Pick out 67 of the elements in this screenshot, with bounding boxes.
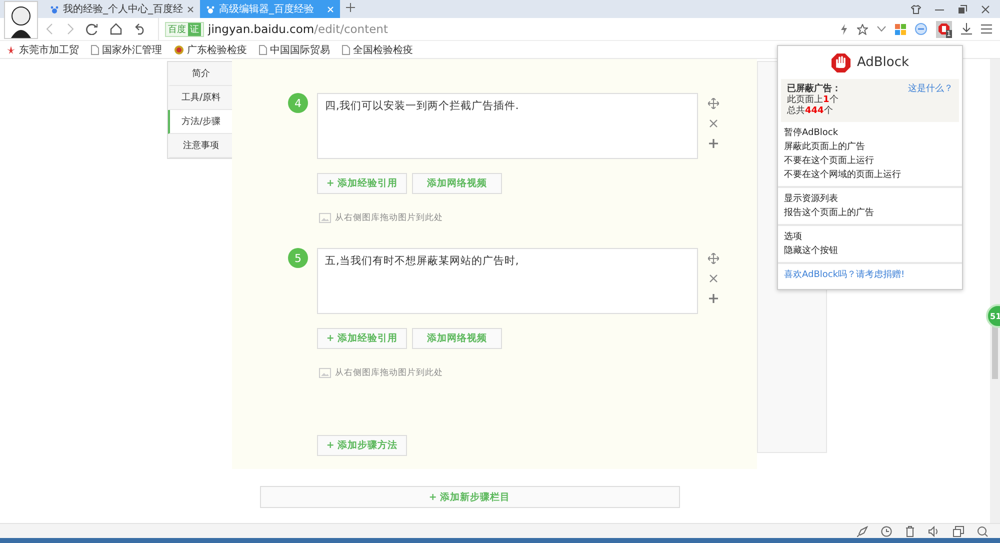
browser-tab[interactable]: 我的经验_个人中心_百度经 — [44, 0, 200, 18]
donate-link[interactable]: 喜欢AdBlock吗？请考虑捐赠! — [784, 270, 905, 280]
menu-item[interactable]: 不要在这个页面上运行 — [784, 154, 956, 168]
step-text-field[interactable]: 四,我们可以安装一到两个拦截广告插件. — [317, 93, 698, 159]
scrollbar[interactable] — [990, 59, 1000, 523]
search-icon[interactable] — [977, 526, 988, 536]
close-icon[interactable] — [708, 119, 719, 128]
stop-hand-icon — [830, 52, 851, 72]
page-icon — [342, 44, 350, 54]
clock-icon[interactable] — [881, 526, 892, 536]
add-icon[interactable] — [708, 293, 719, 304]
verified-badge: 百度 证 — [165, 22, 204, 36]
new-tab-icon[interactable] — [346, 3, 355, 12]
image-drop-hint: 从右侧图库拖动图片到此处 — [335, 212, 443, 224]
lightning-icon[interactable] — [840, 24, 848, 34]
blocked-label: 已屏蔽广告： — [787, 84, 841, 94]
minus-circle-icon[interactable] — [915, 23, 927, 35]
address-bar[interactable]: 百度 证 jingyan.baidu.com/edit/content — [158, 18, 828, 40]
menu-item[interactable]: 暂停AdBlock — [784, 126, 956, 140]
popup-title: AdBlock — [856, 55, 910, 70]
page-count: 此页面上1个 — [787, 95, 840, 106]
shirt-icon[interactable] — [911, 4, 921, 14]
chevron-icon[interactable] — [877, 26, 886, 32]
menu-item[interactable]: 选项 — [784, 230, 956, 244]
window-icon[interactable] — [953, 526, 964, 536]
menu-item[interactable]: 报告这个页面上的广告 — [784, 206, 956, 220]
close-icon[interactable] — [187, 6, 194, 12]
emblem-icon — [174, 44, 184, 54]
help-link[interactable]: 这是什么？ — [908, 84, 953, 117]
add-icon[interactable] — [708, 138, 719, 149]
flower-icon — [6, 44, 16, 54]
step-number: 5 — [288, 248, 308, 268]
bookmark[interactable]: 中国国际贸易 — [259, 42, 330, 56]
home-icon[interactable] — [110, 23, 122, 35]
move-icon[interactable] — [708, 98, 719, 109]
menu-item[interactable]: 不要在这个网域的页面上运行 — [784, 168, 956, 182]
nav-item[interactable]: 方法/步骤 — [168, 110, 232, 134]
download-icon[interactable] — [961, 23, 972, 35]
close-icon[interactable] — [708, 274, 719, 283]
paw-icon — [50, 4, 59, 14]
move-icon[interactable] — [708, 253, 719, 264]
step-number: 4 — [288, 93, 308, 113]
close-icon[interactable] — [981, 4, 990, 14]
bookmark[interactable]: 国家外汇管理 — [91, 42, 162, 56]
trash-icon[interactable] — [905, 526, 915, 536]
menu-item[interactable]: 屏蔽此页面上的广告 — [784, 140, 956, 154]
bookmark[interactable]: 广东检验检疫 — [174, 42, 247, 56]
step-text-field[interactable]: 五,当我们有时不想屏蔽某网站的广告时, — [317, 248, 698, 314]
bookmark[interactable]: 全国检验检疫 — [342, 42, 413, 56]
paw-icon — [206, 4, 215, 14]
reload-icon[interactable] — [86, 23, 98, 35]
page-icon — [259, 44, 267, 54]
menu-item[interactable]: 隐藏这个按钮 — [784, 244, 956, 258]
menu-icon[interactable] — [981, 24, 992, 34]
restore-icon[interactable] — [958, 4, 967, 14]
star-icon[interactable] — [857, 24, 868, 34]
page-icon — [91, 44, 99, 54]
bookmark[interactable]: 东莞市加工贸 — [6, 42, 79, 56]
avatar[interactable] — [4, 1, 38, 39]
undo-icon[interactable] — [134, 23, 146, 35]
menu-item[interactable]: 显示资源列表 — [784, 192, 956, 206]
total-count: 总共444个 — [787, 106, 834, 117]
image-drop-hint: 从右侧图库拖动图片到此处 — [335, 367, 443, 379]
speaker-icon[interactable] — [928, 526, 940, 536]
tiles-icon[interactable] — [895, 24, 906, 34]
image-icon — [317, 213, 331, 223]
image-icon — [317, 368, 331, 378]
